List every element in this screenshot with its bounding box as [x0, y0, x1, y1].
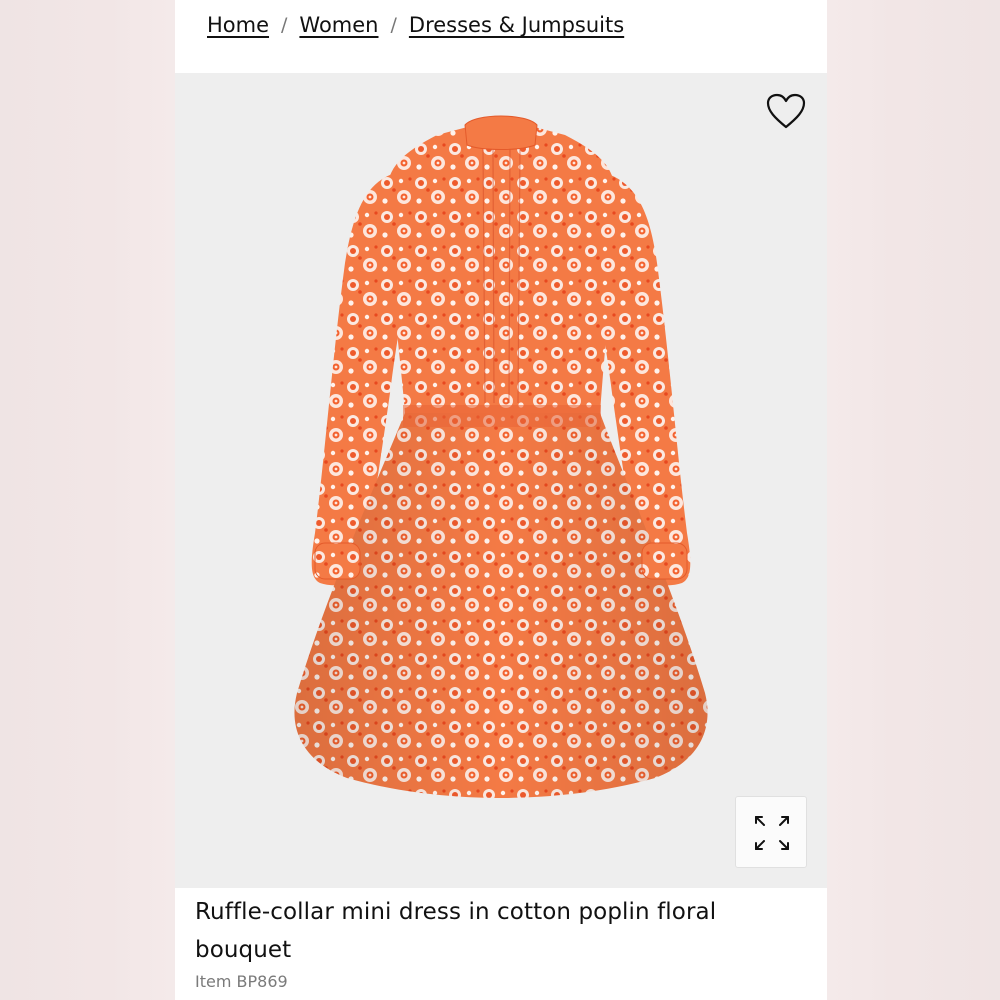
breadcrumb-separator: / — [390, 14, 397, 36]
right-backdrop — [827, 0, 1000, 1000]
product-title: Ruffle-collar mini dress in cotton popli… — [195, 899, 717, 963]
expand-icon — [755, 816, 789, 850]
heart-icon — [766, 93, 806, 129]
breadcrumb-home-link[interactable]: Home — [207, 13, 269, 37]
breadcrumb-separator: / — [281, 14, 288, 36]
product-page: Home / Women / Dresses & Jumpsuits Ruffl… — [175, 0, 827, 1000]
item-number: Item BP869 — [195, 972, 288, 991]
breadcrumb: Home / Women / Dresses & Jumpsuits — [207, 8, 624, 42]
left-backdrop — [0, 0, 175, 1000]
expand-image-button[interactable] — [735, 796, 807, 868]
wishlist-button[interactable] — [765, 92, 807, 130]
breadcrumb-women-link[interactable]: Women — [299, 13, 378, 37]
breadcrumb-dresses-link[interactable]: Dresses & Jumpsuits — [409, 13, 624, 37]
product-image — [294, 115, 708, 798]
product-image-container[interactable] — [175, 73, 827, 888]
